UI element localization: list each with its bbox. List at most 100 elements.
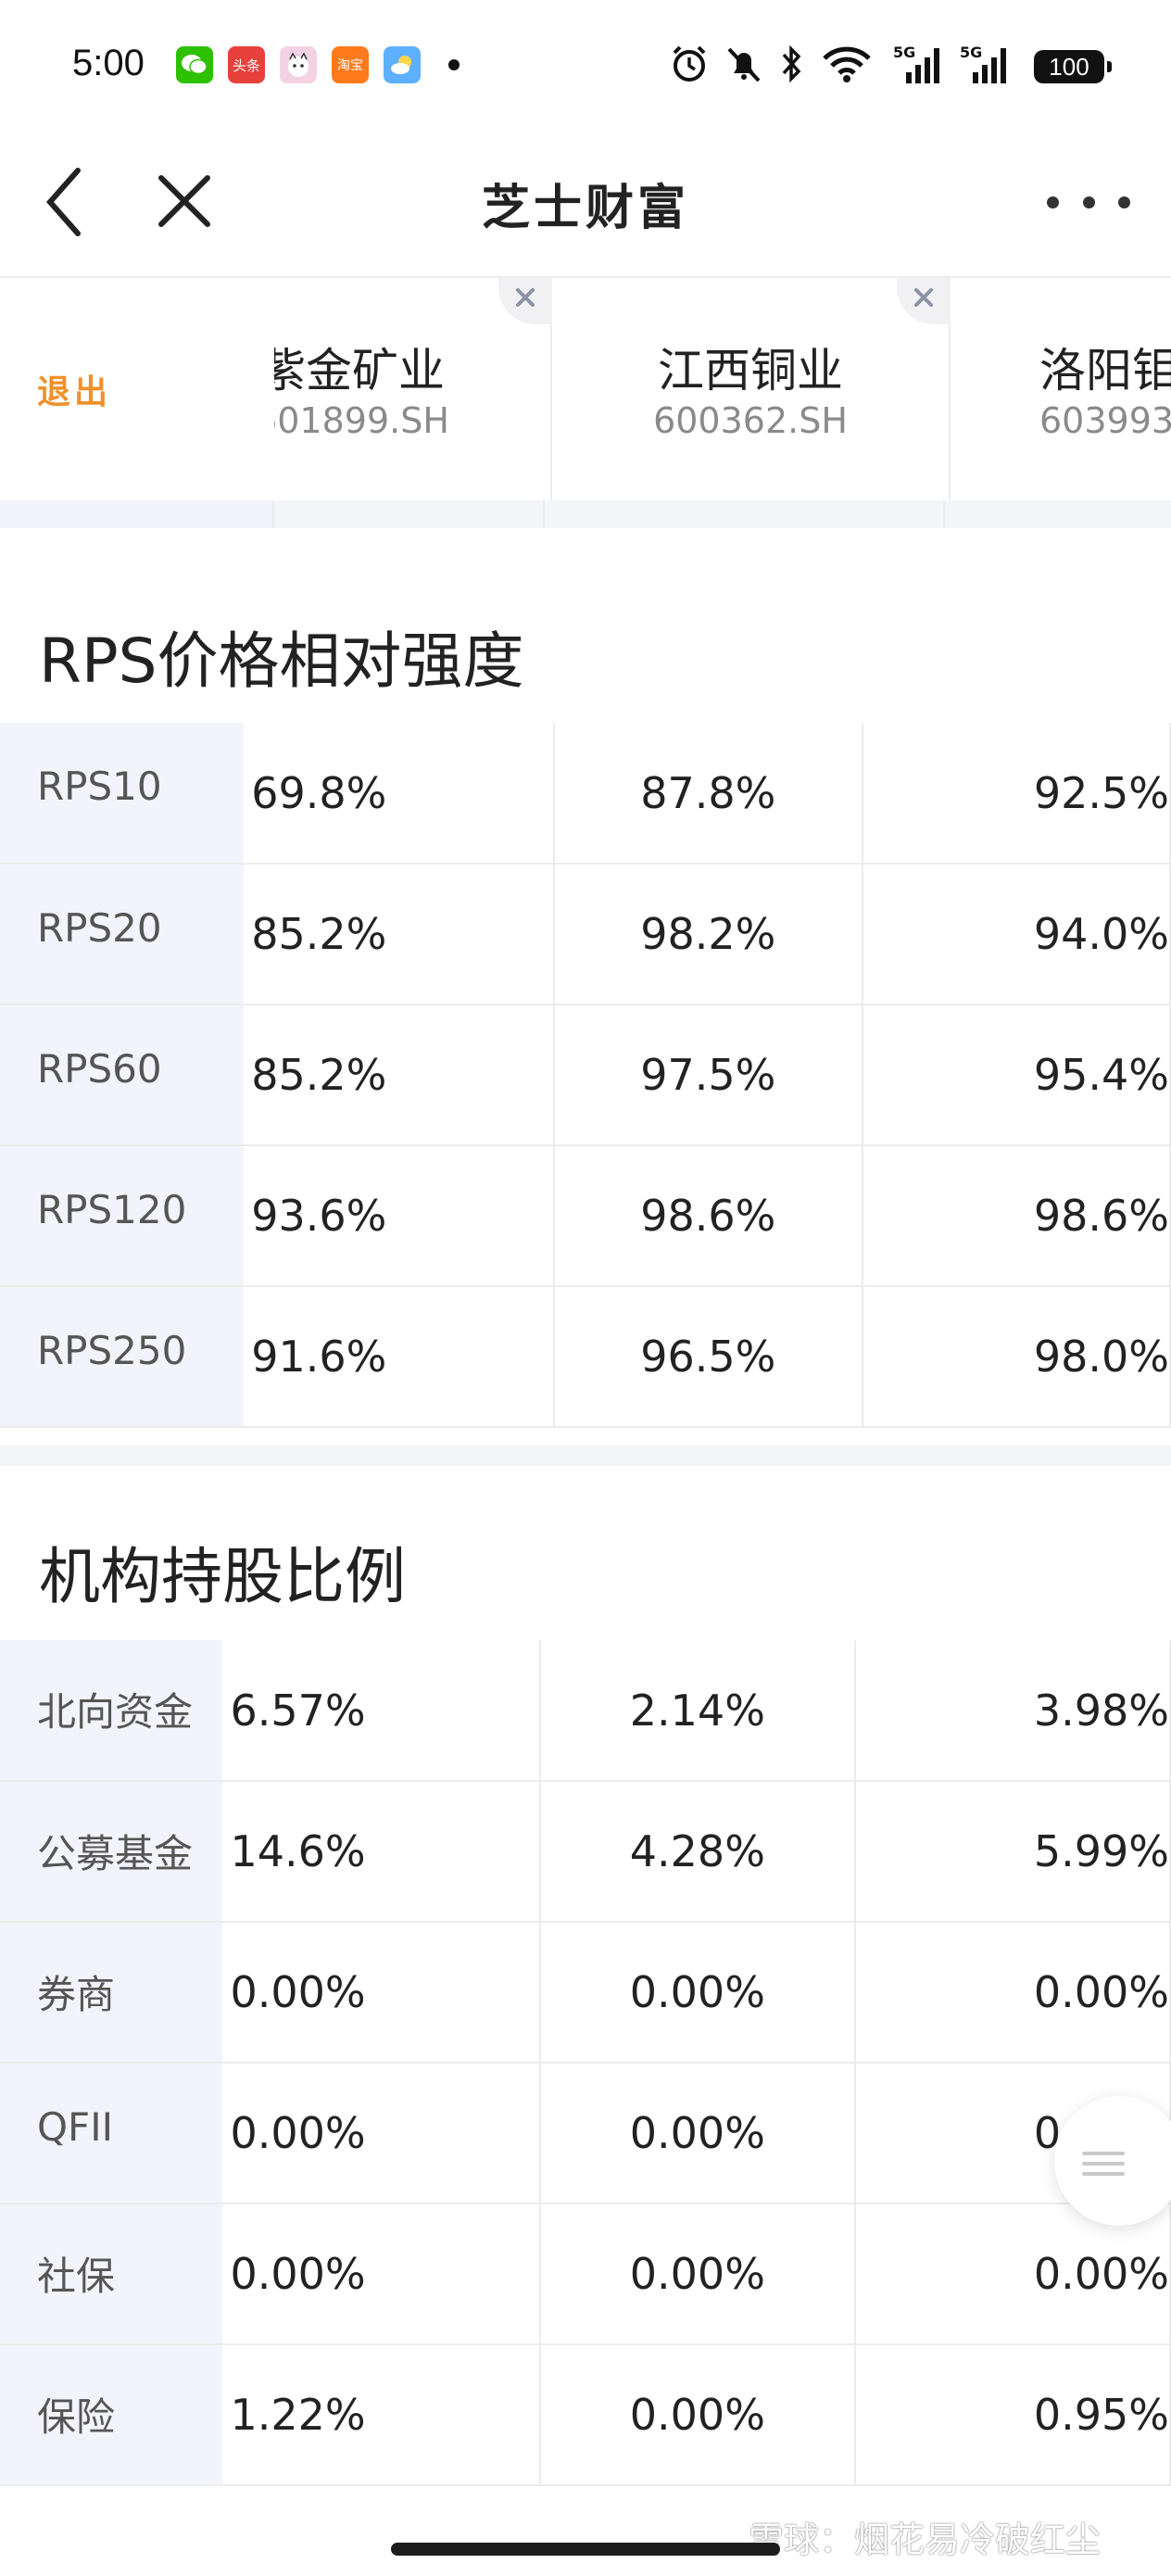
stock-code: 603993.SH [1039, 400, 1171, 441]
table-cell: 98.0% [862, 1286, 1171, 1428]
signal-5g-icon: 5G [960, 43, 1014, 85]
table-cell: 2.14% [539, 1640, 856, 1782]
table-row: RPS250 91.6% 96.5% 98.0% [0, 1286, 1171, 1428]
table-cell: 0.00% [222, 2203, 541, 2345]
table-cell: 98.2% [554, 864, 863, 1005]
table-row: RPS120 93.6% 98.6% 98.6% [0, 1145, 1171, 1287]
stock-name: 江西铜业 [658, 344, 843, 398]
table-cell: 0.95% [854, 2344, 1171, 2486]
svg-text:5G: 5G [893, 44, 915, 61]
row-label: 北向资金 [0, 1640, 223, 1782]
status-time: 5:00 [72, 43, 145, 83]
battery-icon: 100 [1034, 50, 1112, 83]
table-row: RPS20 85.2% 98.2% 94.0% [0, 864, 1171, 1005]
more-dot-icon [1082, 196, 1095, 208]
table-cell: 92.5% [862, 723, 1171, 865]
close-icon [516, 288, 535, 307]
close-icon [914, 288, 933, 307]
stock-code: 600362.SH [653, 400, 848, 441]
weather-icon [384, 46, 421, 83]
svg-text:5G: 5G [960, 44, 982, 61]
rps-table: RPS10 69.8% 87.8% 92.5% RPS20 85.2% 98.2… [0, 723, 1171, 1446]
table-cell: 0.00% [539, 2344, 856, 2486]
table-row: QFII 0.00% 0.00% 0.00% [0, 2063, 1171, 2204]
table-row: 保险 1.22% 0.00% 0.95% [0, 2344, 1171, 2486]
row-label: 保险 [0, 2344, 223, 2486]
table-cell: 95.4% [862, 1004, 1171, 1146]
table-cell: 0.00% [222, 1922, 541, 2064]
table-cell: 98.6% [862, 1145, 1171, 1287]
row-label: QFII [0, 2063, 223, 2204]
stock-compare-header: 退出 紫金矿业 601899.SH 江西铜业 600362.SH 洛阳钼业 60… [0, 278, 1171, 500]
table-cell: 97.5% [554, 1004, 863, 1146]
table-row: 券商 0.00% 0.00% 0.00% [0, 1922, 1171, 2064]
status-bar: 5:00 头条 淘宝 5G 5G 100 [0, 0, 1171, 130]
table-cell: 93.6% [244, 1145, 556, 1287]
row-label: 社保 [0, 2203, 223, 2345]
exit-button[interactable]: 退出 [37, 365, 111, 413]
table-cell: 0.00% [539, 2063, 856, 2204]
table-cell: 0.00% [854, 1922, 1171, 2064]
bluetooth-icon [778, 43, 806, 85]
stock-name: 紫金矿业 [274, 344, 445, 398]
table-cell: 5.99% [854, 1781, 1171, 1923]
table-cell: 69.8% [244, 723, 556, 865]
page-title: 芝士财富 [481, 180, 689, 236]
table-cell: 94.0% [862, 864, 1171, 1005]
table-row: RPS10 69.8% 87.8% 92.5% [0, 723, 1171, 865]
row-label: RPS60 [0, 1004, 245, 1146]
table-cell: 96.5% [554, 1286, 863, 1428]
stock-name: 洛阳钼业 [1039, 344, 1171, 398]
table-cell: 3.98% [854, 1640, 1171, 1782]
rps-section-title: RPS价格相对强度 [39, 625, 524, 697]
table-cell: 0.00% [539, 1922, 856, 2064]
row-label: RPS20 [0, 864, 245, 1005]
notification-dot-icon [448, 59, 460, 70]
taobao-flash-icon: 淘宝 [332, 46, 369, 83]
table-cell: 4.28% [539, 1781, 856, 1923]
table-cell: 14.6% [222, 1781, 541, 1923]
exit-cell: 退出 [0, 278, 272, 500]
watermark: 雪球：烟花易冷破红尘 [749, 2519, 1102, 2560]
row-label: 公募基金 [0, 1781, 223, 1923]
institution-table: 北向资金 6.57% 2.14% 3.98% 公募基金 14.6% 4.28% … [0, 1640, 1171, 2493]
table-row: 北向资金 6.57% 2.14% 3.98% [0, 1640, 1171, 1782]
table-row: 公募基金 14.6% 4.28% 5.99% [0, 1781, 1171, 1923]
more-menu-button[interactable] [1047, 183, 1130, 221]
section-divider [0, 1446, 1171, 1466]
stock-column[interactable]: 紫金矿业 601899.SH [274, 278, 552, 500]
stock-code: 601899.SH [274, 400, 449, 441]
table-cell: 87.8% [554, 723, 863, 865]
row-label: RPS10 [0, 723, 245, 865]
table-row: 社保 0.00% 0.00% 0.00% [0, 2203, 1171, 2345]
wifi-icon [821, 43, 873, 85]
table-row: RPS60 85.2% 97.5% 95.4% [0, 1004, 1171, 1146]
more-dot-icon [1047, 196, 1059, 208]
list-icon [1082, 2152, 1125, 2176]
table-cell: 85.2% [244, 864, 556, 1005]
remove-stock-button[interactable] [498, 278, 552, 324]
alarm-icon [669, 43, 710, 85]
remove-stock-button[interactable] [897, 278, 951, 324]
table-cell: 0.00% [222, 2063, 541, 2204]
signal-5g-icon: 5G [893, 43, 947, 85]
table-cell: 85.2% [244, 1004, 556, 1146]
more-dot-icon [1118, 196, 1130, 208]
stock-columns: 紫金矿业 601899.SH 江西铜业 600362.SH 洛阳钼业 60399… [274, 278, 1171, 500]
home-indicator[interactable] [391, 2543, 780, 2556]
row-label: RPS120 [0, 1145, 245, 1287]
wechat-icon [176, 46, 213, 83]
table-cell: 0.00% [539, 2203, 856, 2345]
nav-bar: 芝士财富 [0, 130, 1171, 278]
institution-section-title: 机构持股比例 [39, 1541, 406, 1612]
row-label: 券商 [0, 1922, 223, 2064]
table-cell: 1.22% [222, 2344, 541, 2486]
table-cell: 91.6% [244, 1286, 556, 1428]
cat-app-icon [280, 46, 317, 83]
stock-column[interactable]: 洛阳钼业 603993.SH [952, 278, 1171, 500]
row-label: RPS250 [0, 1286, 245, 1428]
mute-bell-icon [724, 43, 763, 85]
table-cell: 98.6% [554, 1145, 863, 1287]
stock-column[interactable]: 江西铜业 600362.SH [552, 278, 951, 500]
table-cell: 6.57% [222, 1640, 541, 1782]
